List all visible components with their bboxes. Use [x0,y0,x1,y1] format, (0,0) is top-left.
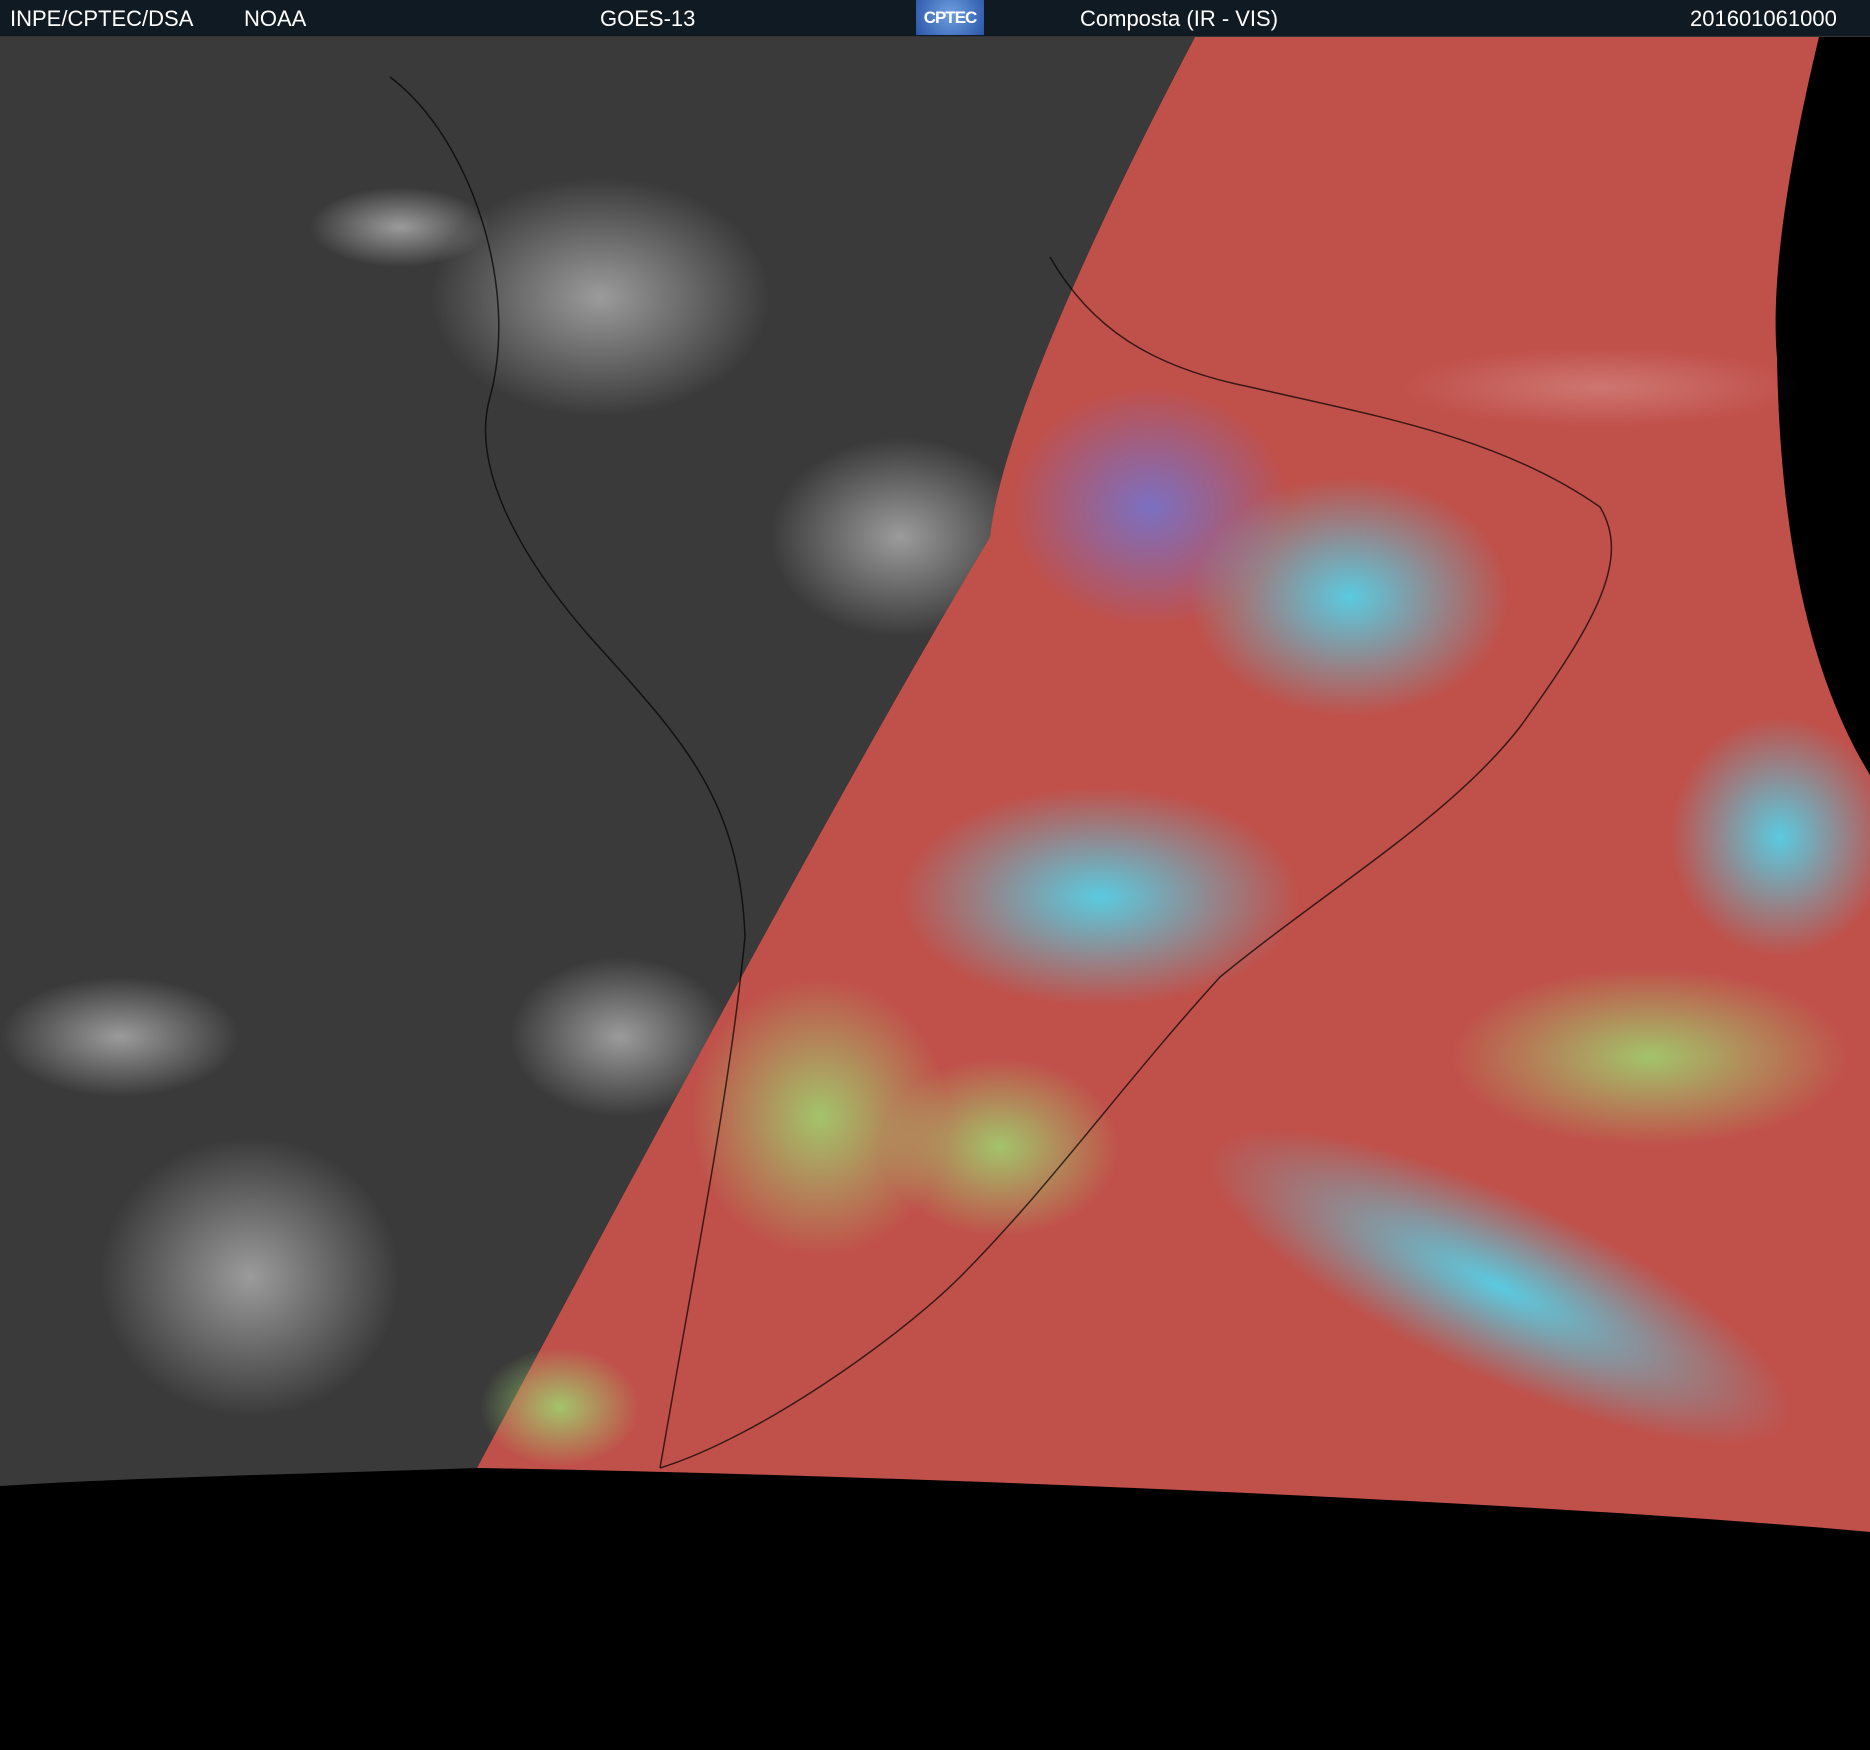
satellite-image [0,37,1870,1750]
image-header: INPE/CPTEC/DSA NOAA GOES-13 CPTEC Compos… [0,0,1870,37]
source-label: NOAA [244,6,307,31]
product-label: Composta (IR - VIS) [1080,6,1279,31]
timestamp-label: 201601061000 [1690,6,1837,31]
satellite-label: GOES-13 [600,6,696,31]
agency-label: INPE/CPTEC/DSA [10,6,194,31]
cptec-logo: CPTEC [916,0,984,35]
